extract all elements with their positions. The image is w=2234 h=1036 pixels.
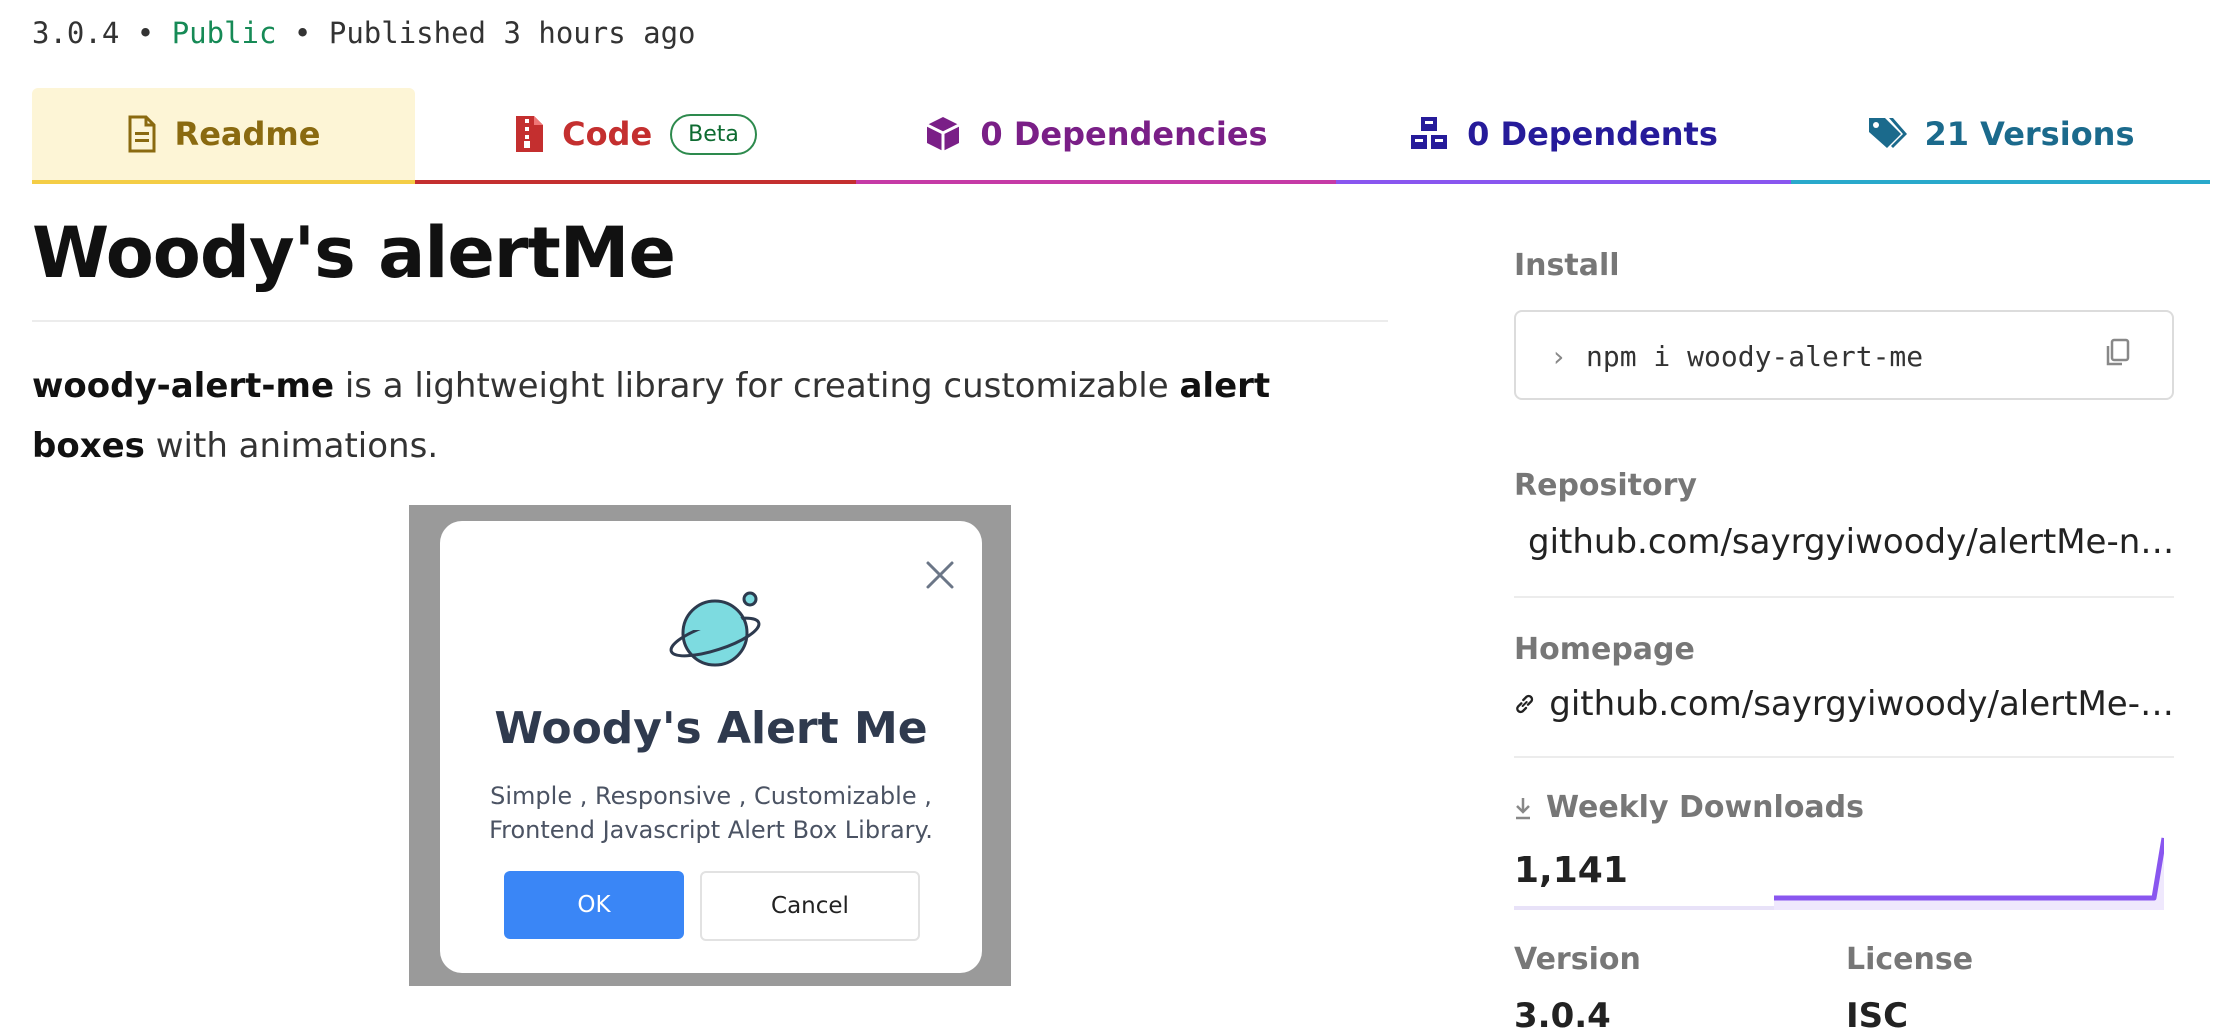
cancel-button: Cancel bbox=[700, 871, 920, 941]
package-description: woody-alert-me is a lightweight library … bbox=[32, 356, 1372, 476]
alert-subtitle-line: Frontend Javascript Alert Box Library. bbox=[489, 816, 933, 844]
alert-title: Woody's Alert Me bbox=[494, 703, 928, 754]
package-tabs: Readme Code Beta 0 Dependencies 0 Depend… bbox=[32, 88, 2210, 184]
tab-dependents-label: 0 Dependents bbox=[1467, 115, 1718, 153]
version-label: Version bbox=[1514, 942, 1641, 977]
tab-dependencies-label: 0 Dependencies bbox=[980, 115, 1268, 153]
beta-badge: Beta bbox=[670, 113, 757, 155]
tab-code[interactable]: Code Beta bbox=[415, 88, 856, 184]
description-text-end: with animations. bbox=[144, 426, 439, 466]
homepage-url: github.com/sayrgyiwoody/alertMe-… bbox=[1549, 684, 2174, 724]
license-value: ISC bbox=[1846, 996, 1909, 1036]
visibility-text: Public bbox=[171, 16, 277, 50]
alert-modal-preview: Woody's Alert Me Simple , Responsive , C… bbox=[440, 521, 982, 973]
version-text: 3.0.4 bbox=[32, 16, 120, 50]
boxes-icon bbox=[1411, 117, 1448, 149]
install-command-box[interactable]: › npm i woody-alert-me bbox=[1514, 310, 2174, 400]
install-label: Install bbox=[1514, 248, 1620, 283]
weekly-downloads-label: Weekly Downloads bbox=[1546, 790, 1865, 825]
homepage-link[interactable]: github.com/sayrgyiwoody/alertMe-… bbox=[1514, 682, 2174, 726]
copy-icon[interactable] bbox=[2104, 338, 2132, 368]
install-command: npm i woody-alert-me bbox=[1586, 340, 1924, 373]
document-icon bbox=[128, 115, 156, 153]
readme-preview-image: Woody's Alert Me Simple , Responsive , C… bbox=[409, 505, 1011, 986]
title-divider bbox=[32, 320, 1388, 322]
repository-link[interactable]: github.com/sayrgyiwoody/alertMe-n… bbox=[1514, 520, 2174, 564]
sidebar-divider bbox=[1514, 596, 2174, 598]
planet-icon bbox=[669, 591, 761, 667]
ok-button: OK bbox=[504, 871, 684, 939]
alert-subtitle-line: Simple , Responsive , Customizable , bbox=[490, 782, 932, 810]
tab-versions-label: 21 Versions bbox=[1924, 115, 2135, 153]
sidebar-divider bbox=[1514, 756, 2174, 758]
close-icon bbox=[926, 561, 954, 589]
version-value: 3.0.4 bbox=[1514, 996, 1611, 1036]
tab-code-label: Code bbox=[562, 115, 653, 153]
tab-dependencies[interactable]: 0 Dependencies bbox=[856, 88, 1336, 184]
license-label: License bbox=[1846, 942, 1974, 977]
alert-subtitle: Simple , Responsive , Customizable , Fro… bbox=[440, 779, 982, 847]
weekly-downloads-header: Weekly Downloads bbox=[1514, 790, 1864, 825]
tags-icon bbox=[1868, 118, 1907, 148]
description-text: is a lightweight library for creating cu… bbox=[334, 366, 1180, 406]
repository-label: Repository bbox=[1514, 468, 1697, 503]
tab-dependents[interactable]: 0 Dependents bbox=[1336, 88, 1791, 184]
box-icon bbox=[926, 117, 961, 151]
published-text: Published 3 hours ago bbox=[328, 16, 696, 50]
weekly-downloads-count: 1,141 bbox=[1514, 850, 1628, 891]
separator: • bbox=[119, 16, 172, 50]
homepage-label: Homepage bbox=[1514, 632, 1695, 667]
download-icon bbox=[1516, 797, 1530, 819]
link-icon bbox=[1516, 694, 1534, 714]
description-package-name: woody-alert-me bbox=[32, 366, 335, 406]
repository-url: github.com/sayrgyiwoody/alertMe-n… bbox=[1528, 522, 2174, 562]
tab-readme[interactable]: Readme bbox=[32, 88, 415, 184]
tab-readme-label: Readme bbox=[174, 115, 321, 153]
prompt-icon: › bbox=[1550, 340, 1567, 373]
package-title: Woody's alertMe bbox=[32, 212, 676, 294]
package-meta: 3.0.4 • Public • Published 3 hours ago bbox=[32, 16, 696, 50]
tab-versions[interactable]: 21 Versions bbox=[1791, 88, 2210, 184]
separator: • bbox=[276, 16, 329, 50]
zip-file-icon bbox=[516, 116, 544, 152]
